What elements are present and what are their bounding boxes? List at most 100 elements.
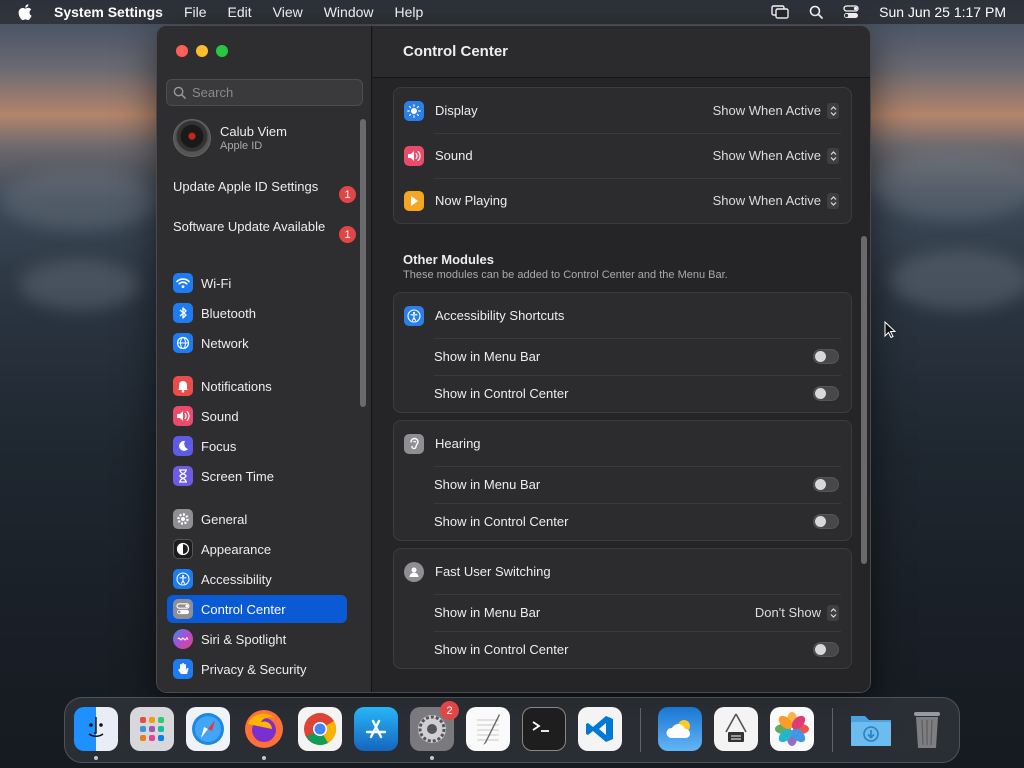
search-field[interactable] — [166, 79, 363, 106]
menu-window[interactable]: Window — [324, 4, 374, 20]
wallpaper-cloud — [870, 150, 1024, 220]
weather-icon[interactable] — [658, 707, 702, 751]
setting-row: Show in Menu Bar — [394, 466, 851, 503]
menu-bar: System Settings File Edit View Window He… — [0, 0, 1024, 24]
menu-edit[interactable]: Edit — [228, 4, 252, 20]
apple-id-profile[interactable]: Calub Viem Apple ID — [173, 119, 287, 157]
vscode-icon[interactable] — [578, 707, 622, 751]
sidebar-item-control-center[interactable]: Control Center — [167, 595, 347, 623]
chrome-icon[interactable] — [298, 707, 342, 751]
network-globe-icon — [173, 333, 193, 353]
hearing-menu-bar-toggle[interactable] — [813, 477, 839, 492]
display-visibility-select[interactable]: Show When Active — [712, 102, 839, 119]
window-controls — [176, 45, 228, 57]
software-update-notice[interactable]: Software Update Available 1 — [173, 219, 356, 243]
stepper-chevrons-icon — [827, 102, 839, 119]
fast-user-switching-menu-bar-select[interactable]: Don't Show — [755, 604, 839, 621]
stepper-chevrons-icon — [827, 604, 839, 621]
menu-app-name[interactable]: System Settings — [54, 4, 163, 20]
notice-label: Software Update Available — [173, 219, 326, 234]
close-window-button[interactable] — [176, 45, 188, 57]
textedit-icon[interactable] — [466, 707, 510, 751]
archive-utility-icon[interactable] — [714, 707, 758, 751]
accessibility-icon — [404, 305, 424, 326]
setting-row: Show in Menu Bar — [394, 338, 851, 375]
minimize-window-button[interactable] — [196, 45, 208, 57]
fast-user-switching-card: Fast User Switching Show in Menu Bar Don… — [393, 548, 852, 669]
sidebar-item-privacy-security[interactable]: Privacy & Security — [167, 655, 347, 683]
bell-icon — [173, 376, 193, 396]
downloads-folder-icon[interactable] — [849, 707, 893, 751]
sidebar-item-notifications[interactable]: Notifications — [167, 372, 347, 400]
setting-label: Show in Menu Bar — [434, 605, 541, 620]
speaker-icon — [404, 145, 424, 166]
sidebar-item-general[interactable]: General — [167, 505, 347, 533]
play-icon — [404, 190, 424, 211]
control-center-menu-icon[interactable] — [843, 5, 859, 19]
dock-separator — [832, 708, 833, 752]
terminal-icon[interactable] — [522, 707, 566, 751]
launchpad-icon[interactable] — [130, 707, 174, 751]
user-icon — [404, 561, 424, 582]
sidebar-item-screen-time[interactable]: Screen Time — [167, 462, 347, 490]
sidebar-item-siri-spotlight[interactable]: Siri & Spotlight — [167, 625, 347, 653]
firefox-icon[interactable] — [242, 707, 286, 751]
select-value: Show When Active — [712, 103, 821, 118]
sidebar-item-label: Bluetooth — [201, 305, 256, 321]
spotlight-search-icon[interactable] — [809, 5, 824, 19]
fast-user-switching-control-center-toggle[interactable] — [813, 642, 839, 657]
accessibility-menu-bar-toggle[interactable] — [813, 349, 839, 364]
modules-card: Display Show When Active Sound Show When… — [393, 87, 852, 224]
photos-icon[interactable] — [770, 707, 814, 751]
menu-view[interactable]: View — [273, 4, 303, 20]
notice-label: Update Apple ID Settings — [173, 179, 319, 194]
finder-icon[interactable] — [74, 707, 118, 751]
zoom-window-button[interactable] — [216, 45, 228, 57]
sidebar-item-network[interactable]: Network — [167, 329, 347, 357]
speaker-icon — [173, 406, 193, 426]
screen-mirroring-icon[interactable] — [771, 5, 789, 19]
sidebar-item-label: Siri & Spotlight — [201, 631, 287, 647]
sidebar: Calub Viem Apple ID Update Apple ID Sett… — [157, 26, 372, 692]
trash-icon[interactable] — [905, 707, 949, 751]
hourglass-icon — [173, 466, 193, 486]
menu-file[interactable]: File — [184, 4, 207, 20]
gear-icon — [173, 509, 193, 529]
sidebar-item-label: Screen Time — [201, 468, 274, 484]
sidebar-item-accessibility[interactable]: Accessibility — [167, 565, 347, 593]
mouse-pointer-icon — [884, 321, 896, 339]
running-indicator — [262, 756, 266, 760]
apple-menu-icon[interactable] — [18, 4, 40, 20]
running-indicator — [94, 756, 98, 760]
app-store-icon[interactable] — [354, 707, 398, 751]
update-apple-id-notice[interactable]: Update Apple ID Settings 1 — [173, 179, 356, 203]
wallpaper-cloud — [20, 260, 140, 310]
sidebar-item-label: Sound — [201, 408, 239, 424]
sidebar-item-label: Appearance — [201, 541, 272, 557]
setting-row: Show in Control Center — [394, 631, 851, 668]
main-scrollbar[interactable] — [861, 236, 867, 564]
sidebar-item-bluetooth[interactable]: Bluetooth — [167, 299, 347, 327]
search-input[interactable] — [192, 85, 352, 100]
sidebar-item-wifi[interactable]: Wi-Fi — [167, 269, 347, 297]
sidebar-item-focus[interactable]: Focus — [167, 432, 347, 460]
setting-row: Show in Menu Bar Don't Show — [394, 594, 851, 631]
setting-label: Show in Menu Bar — [434, 477, 541, 492]
menu-clock[interactable]: Sun Jun 25 1:17 PM — [879, 4, 1006, 20]
sidebar-item-appearance[interactable]: Appearance — [167, 535, 347, 563]
sidebar-item-label: General — [201, 511, 248, 527]
sidebar-item-label: Control Center — [201, 601, 286, 617]
menu-help[interactable]: Help — [395, 4, 424, 20]
sidebar-item-sound[interactable]: Sound — [167, 402, 347, 430]
main-header: Control Center — [373, 26, 870, 78]
sidebar-scrollbar[interactable] — [360, 119, 366, 407]
accessibility-control-center-toggle[interactable] — [813, 386, 839, 401]
safari-icon[interactable] — [186, 707, 230, 751]
accessibility-shortcuts-card: Accessibility Shortcuts Show in Menu Bar… — [393, 292, 852, 413]
stepper-chevrons-icon — [827, 192, 839, 209]
sound-visibility-select[interactable]: Show When Active — [713, 147, 839, 164]
now-playing-visibility-select[interactable]: Show When Active — [713, 192, 839, 209]
group-label: Fast User Switching — [435, 564, 551, 579]
accessibility-icon — [173, 569, 193, 589]
hearing-control-center-toggle[interactable] — [813, 514, 839, 529]
